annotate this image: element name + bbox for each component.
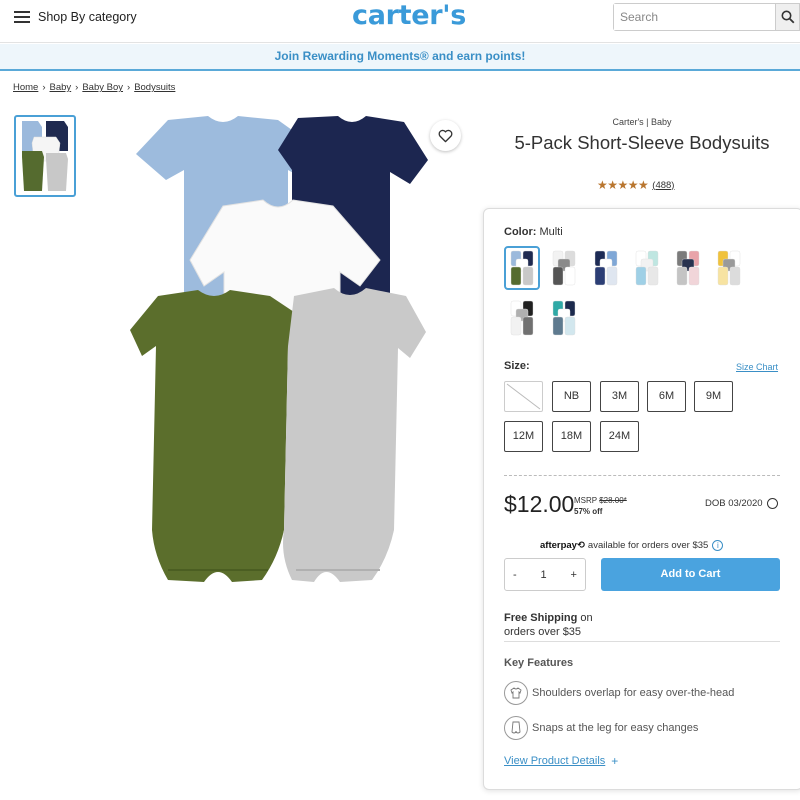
unavailable-slash-icon bbox=[506, 383, 541, 410]
feature-item: Snaps at the leg for easy changes bbox=[504, 716, 698, 740]
breadcrumb-baby[interactable]: Baby bbox=[50, 82, 72, 93]
bodysuits-5-pack-image bbox=[130, 116, 428, 582]
sale-price: $12.00 bbox=[504, 491, 575, 517]
afterpay-text: available for orders over $35 bbox=[587, 540, 709, 551]
increment-button[interactable]: + bbox=[571, 569, 577, 581]
shoulder-icon bbox=[504, 681, 528, 705]
size-label: Size: bbox=[504, 360, 530, 372]
divider bbox=[504, 475, 780, 476]
product-main-image[interactable] bbox=[128, 110, 428, 590]
decrement-button[interactable]: - bbox=[513, 569, 517, 581]
dob-radio-icon[interactable] bbox=[766, 498, 778, 509]
size-option-nb[interactable]: NB bbox=[552, 381, 591, 412]
search-input[interactable] bbox=[614, 4, 775, 30]
feature-text: Snaps at the leg for easy changes bbox=[532, 722, 699, 734]
msrp-value: $28.00* bbox=[599, 496, 627, 505]
swatch-bodysuit-image bbox=[552, 300, 576, 336]
msrp-label: MSRP bbox=[574, 496, 597, 505]
msrp-block: MSRP $28.00* 57% off bbox=[574, 495, 627, 517]
product-title: 5-Pack Short-Sleeve Bodysuits bbox=[514, 132, 770, 153]
size-option-unavailable bbox=[504, 381, 543, 412]
color-swatch-yellow-white-grey[interactable] bbox=[711, 246, 747, 290]
dob-option[interactable]: DOB 03/2020 bbox=[705, 498, 778, 509]
carters-logo[interactable]: carter's bbox=[352, 0, 466, 31]
shop-by-category-menu[interactable]: Shop By category bbox=[14, 10, 137, 24]
color-swatch-white-mint-pastel[interactable] bbox=[629, 246, 665, 290]
details-link-text[interactable]: View Product Details bbox=[504, 755, 605, 767]
color-selection-label: Color: Multi bbox=[504, 226, 563, 238]
star-rating-icon: ★★★★★ bbox=[597, 178, 649, 192]
snap-icon bbox=[504, 716, 528, 740]
discount-percent: 57% off bbox=[574, 507, 603, 516]
swatch-bodysuit-image bbox=[510, 300, 534, 336]
search-icon bbox=[781, 10, 794, 24]
rewards-promo-banner[interactable]: Join Rewarding Moments® and earn points! bbox=[0, 44, 800, 71]
size-chart-link[interactable]: Size Chart bbox=[736, 362, 778, 372]
product-thumbnail[interactable] bbox=[14, 115, 76, 197]
swatch-bodysuit-image bbox=[717, 250, 741, 286]
search-box bbox=[613, 3, 800, 31]
dob-label: DOB 03/2020 bbox=[705, 498, 763, 509]
product-rating[interactable]: ★★★★★ (488) bbox=[597, 178, 674, 192]
favorite-button[interactable] bbox=[430, 120, 461, 151]
color-value: Multi bbox=[539, 226, 563, 238]
size-option-18m[interactable]: 18M bbox=[552, 421, 591, 452]
swatch-bodysuit-image bbox=[510, 250, 534, 286]
shipping-info: Free Shipping on orders over $35 bbox=[504, 611, 780, 642]
afterpay-message: afterpay⟲ available for orders over $35 … bbox=[540, 540, 724, 551]
size-option-12m[interactable]: 12M bbox=[504, 421, 543, 452]
quantity-stepper: - 1 + bbox=[504, 558, 586, 591]
breadcrumb-bodysuits[interactable]: Bodysuits bbox=[134, 82, 175, 93]
color-swatch-grey-pink-navy[interactable] bbox=[670, 246, 706, 290]
shipping-text-1: on bbox=[577, 612, 593, 624]
size-option-9m[interactable]: 9M bbox=[694, 381, 733, 412]
plus-icon[interactable]: + bbox=[611, 754, 618, 768]
quantity-value[interactable]: 1 bbox=[541, 569, 547, 581]
color-swatch-blue-navy-white-green-grey[interactable] bbox=[504, 246, 540, 290]
site-header: Shop By category carter's bbox=[0, 0, 800, 43]
feature-text: Shoulders overlap for easy over-the-head bbox=[532, 687, 735, 699]
size-option-24m[interactable]: 24M bbox=[600, 421, 639, 452]
color-swatch-white-grey[interactable] bbox=[546, 246, 582, 290]
swatch-bodysuit-image bbox=[635, 250, 659, 286]
add-to-cart-button[interactable]: Add to Cart bbox=[601, 558, 780, 591]
size-option-3m[interactable]: 3M bbox=[600, 381, 639, 412]
swatch-bodysuit-image bbox=[676, 250, 700, 286]
afterpay-logo: afterpay⟲ bbox=[540, 540, 585, 551]
key-features-title: Key Features bbox=[504, 657, 574, 669]
breadcrumb-baby-boy[interactable]: Baby Boy bbox=[82, 82, 123, 93]
color-swatch-teal-navy[interactable] bbox=[546, 296, 582, 340]
feature-item: Shoulders overlap for easy over-the-head bbox=[504, 681, 734, 705]
color-swatch-navy-blue-white[interactable] bbox=[588, 246, 624, 290]
product-brand: Carter's | Baby bbox=[612, 117, 672, 127]
swatch-bodysuit-image bbox=[552, 250, 576, 286]
free-shipping-label: Free Shipping bbox=[504, 612, 578, 624]
color-swatch-white-black-grey[interactable] bbox=[504, 296, 540, 340]
swatch-bodysuit-image bbox=[594, 250, 618, 286]
color-label: Color: bbox=[504, 226, 537, 238]
review-count-link[interactable]: (488) bbox=[652, 180, 674, 191]
info-icon[interactable]: i bbox=[712, 540, 724, 551]
shipping-text-2: orders over $35 bbox=[504, 626, 582, 638]
breadcrumb-home[interactable]: Home bbox=[13, 82, 38, 93]
bodysuit-thumbnail-image bbox=[22, 121, 68, 191]
heart-icon bbox=[438, 129, 453, 142]
search-button[interactable] bbox=[775, 4, 799, 30]
menu-label: Shop By category bbox=[38, 10, 137, 24]
breadcrumb: Home › Baby › Baby Boy › Bodysuits bbox=[13, 82, 176, 93]
hamburger-icon bbox=[14, 11, 30, 23]
view-product-details-link[interactable]: View Product Details + bbox=[504, 754, 618, 768]
size-option-6m[interactable]: 6M bbox=[647, 381, 686, 412]
